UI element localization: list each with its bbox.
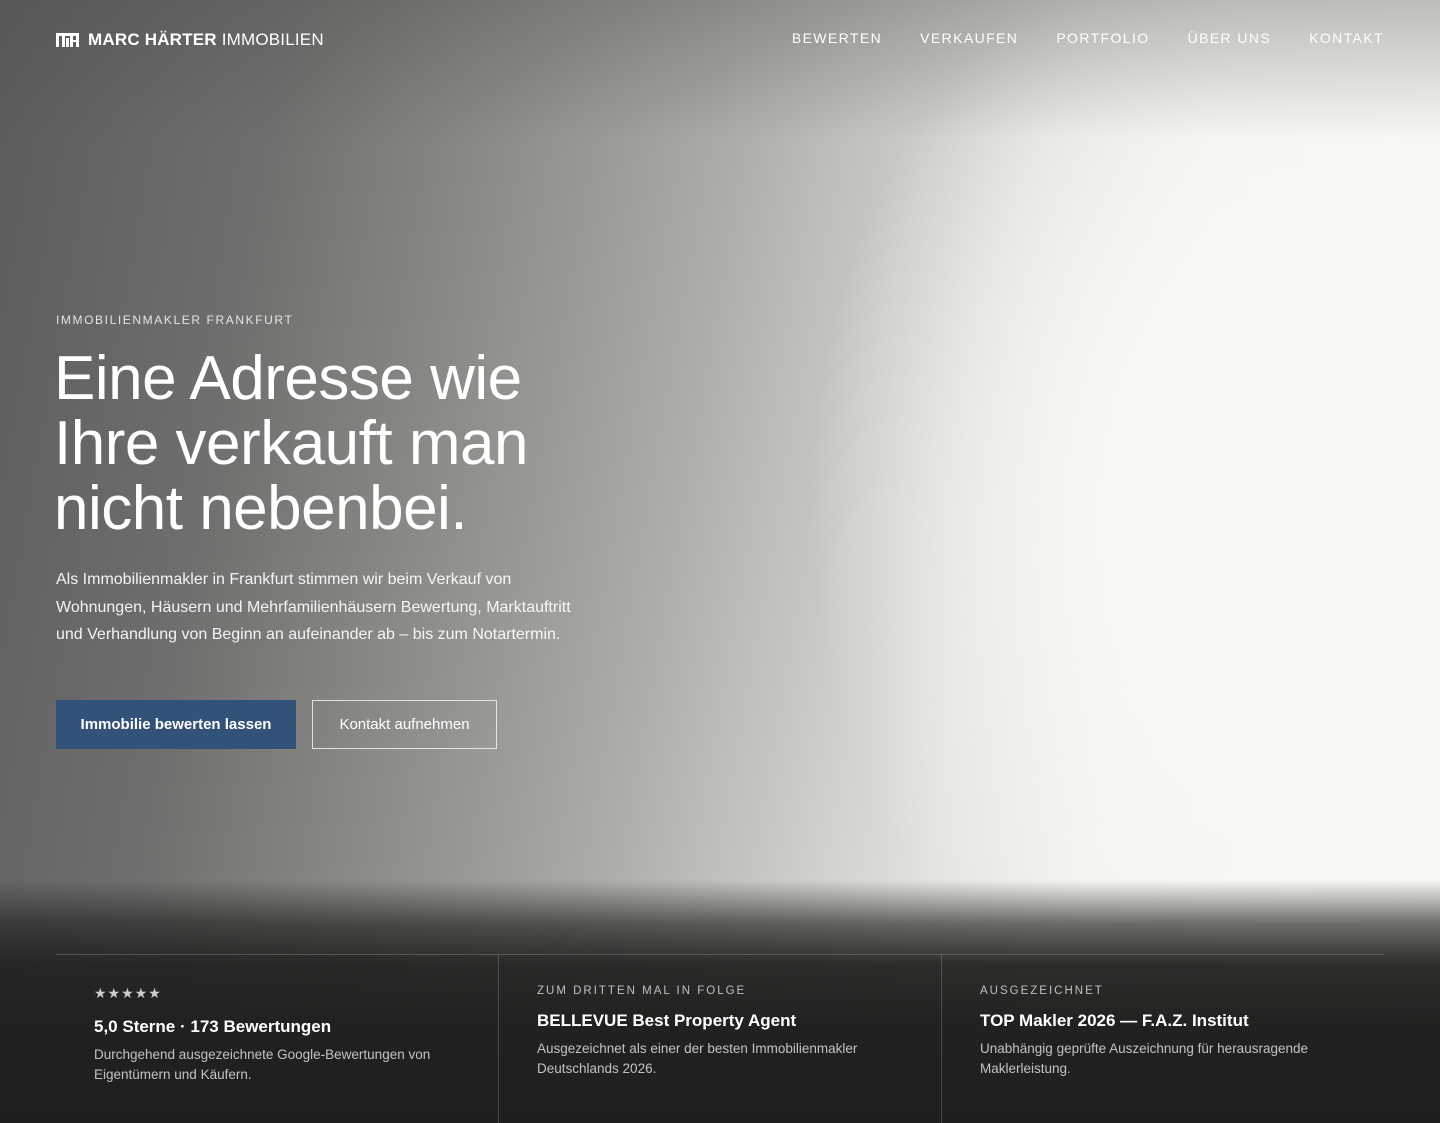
award-eyebrow: AUSGEZEICHNET: [980, 985, 1104, 997]
main-nav: BEWERTEN VERKAUFEN PORTFOLIO ÜBER UNS KO…: [792, 28, 1384, 48]
logo-name: MARC HÄRTER: [88, 30, 217, 49]
headline-line-1: Eine Adresse wie: [54, 344, 522, 413]
nav-ueber-uns[interactable]: ÜBER UNS: [1188, 30, 1272, 46]
headline-line-3: nicht nebenbei.: [54, 474, 468, 543]
nav-bewerten[interactable]: BEWERTEN: [792, 30, 882, 46]
award-card-faz: AUSGEZEICHNET TOP Makler 2026 — F.A.Z. I…: [941, 955, 1384, 1123]
valuation-button[interactable]: Immobilie bewerten lassen: [56, 700, 296, 749]
contact-button[interactable]: Kontakt aufnehmen: [312, 700, 497, 749]
mh-monogram-icon: [56, 33, 79, 47]
hero-intro: Als Immobilienmakler in Frankfurt stimme…: [56, 571, 571, 643]
award-description: Durchgehend ausgezeichnete Google-Bewert…: [94, 1047, 431, 1082]
hero-top-shade: [0, 0, 1440, 140]
awards-strip: ★★★★★ 5,0 Sterne · 173 Bewertungen Durch…: [56, 954, 1384, 1123]
logo-suffix: IMMOBILIEN: [221, 30, 324, 49]
site-logo[interactable]: MARC HÄRTER IMMOBILIEN: [56, 30, 324, 50]
award-title: BELLEVUE Best Property Agent: [537, 1011, 797, 1030]
logo-wordmark: MARC HÄRTER IMMOBILIEN: [88, 30, 324, 50]
headline-line-2: Ihre verkauft man: [54, 409, 528, 478]
nav-verkaufen[interactable]: VERKAUFEN: [920, 30, 1018, 46]
award-eyebrow: ZUM DRITTEN MAL IN FOLGE: [537, 985, 747, 997]
star-rating-icon: ★★★★★: [94, 985, 162, 1001]
nav-portfolio[interactable]: PORTFOLIO: [1056, 30, 1149, 46]
award-card-bellevue: ZUM DRITTEN MAL IN FOLGE BELLEVUE Best P…: [498, 955, 941, 1123]
hero-eyebrow: IMMOBILIENMAKLER FRANKFURT: [56, 313, 294, 327]
nav-kontakt[interactable]: KONTAKT: [1309, 30, 1384, 46]
award-title: TOP Makler 2026 — F.A.Z. Institut: [980, 1011, 1249, 1030]
award-description: Unabhängig geprüfte Auszeichnung für her…: [980, 1041, 1308, 1076]
award-card-reviews: ★★★★★ 5,0 Sterne · 173 Bewertungen Durch…: [56, 955, 498, 1123]
award-title: 5,0 Sterne · 173 Bewertungen: [94, 1017, 332, 1036]
hero-headline: Eine Adresse wie Ihre verkauft man nicht…: [54, 346, 654, 541]
award-description: Ausgezeichnet als einer der besten Immob…: [537, 1041, 858, 1076]
